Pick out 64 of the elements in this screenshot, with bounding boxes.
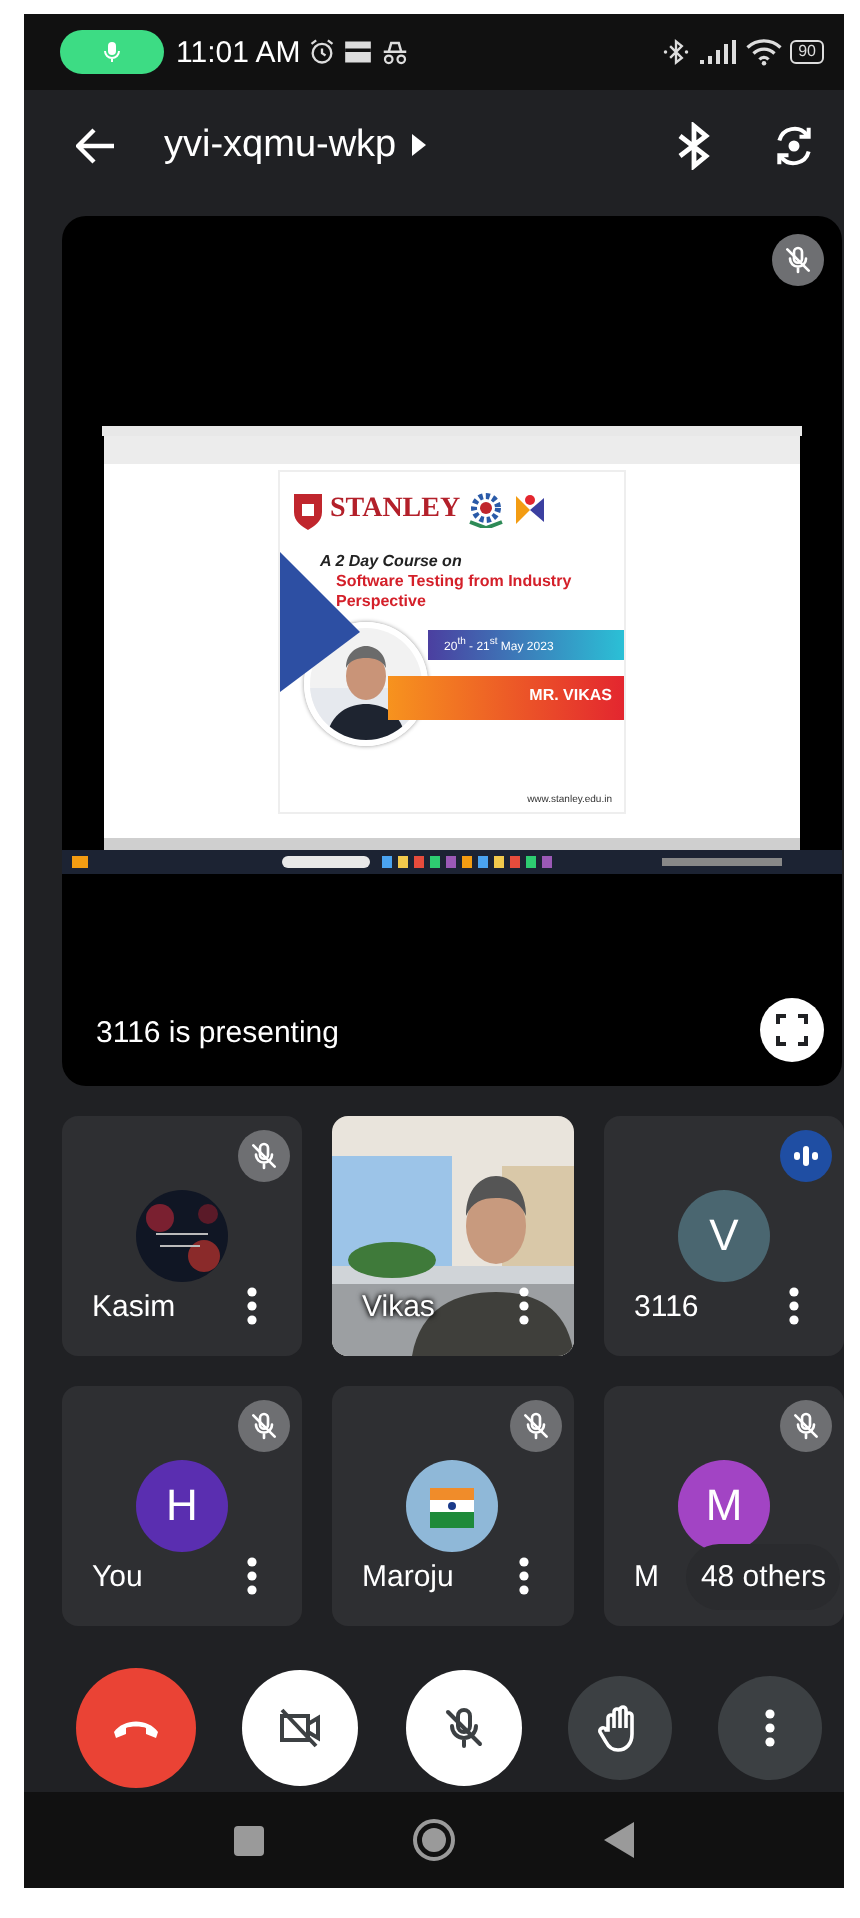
back-nav-button[interactable] <box>604 1822 634 1858</box>
avatar-initial: H <box>136 1460 228 1552</box>
mic-off-icon <box>782 244 814 276</box>
participant-name: Maroju <box>362 1560 454 1594</box>
more-options-button[interactable] <box>788 1286 800 1326</box>
gear-logo-icon <box>466 492 507 528</box>
more-vertical-icon <box>246 1556 258 1596</box>
clock-time: 11:01 AM <box>176 35 301 69</box>
more-vertical-icon <box>518 1286 530 1326</box>
back-button[interactable] <box>76 127 116 163</box>
bluetooth-icon <box>662 38 691 66</box>
speaker-name: MR. VIKAS <box>388 676 624 720</box>
presenter-label: 3116 is presenting <box>96 1016 339 1050</box>
camera-off-icon <box>276 1704 325 1752</box>
participant-name: Vikas <box>362 1290 435 1324</box>
more-options-button[interactable] <box>246 1286 258 1326</box>
more-options-button[interactable] <box>246 1556 258 1596</box>
incognito-icon <box>380 39 411 65</box>
more-options-button[interactable] <box>518 1556 530 1596</box>
triangle-back-icon <box>604 1822 634 1858</box>
more-vertical-icon <box>764 1708 776 1748</box>
microphone-icon <box>100 38 124 66</box>
slide-title: Software Testing from Industry Perspective <box>336 572 574 612</box>
alarm-icon <box>308 38 337 66</box>
phone-icon <box>112 1718 160 1738</box>
switch-camera-button[interactable] <box>772 123 816 167</box>
fullscreen-button[interactable] <box>760 998 824 1062</box>
mic-off-icon <box>520 1410 552 1442</box>
avatar-initial: M <box>678 1460 770 1552</box>
meeting-code[interactable]: yvi-xqmu-wkp <box>164 123 427 167</box>
microphone-indicator[interactable] <box>60 30 164 74</box>
caret-icon <box>412 134 427 156</box>
bluetooth-icon <box>676 121 712 169</box>
mic-off-icon <box>790 1410 822 1442</box>
home-circle-icon <box>412 1818 456 1862</box>
square-icon <box>234 1825 264 1855</box>
logo-text: STANLEY <box>330 494 461 526</box>
back-arrow-icon <box>76 127 116 163</box>
audio-level-icon <box>792 1144 820 1168</box>
more-options-button[interactable] <box>518 1286 530 1326</box>
participant-name: 3116 <box>634 1290 699 1324</box>
card-icon <box>344 40 373 64</box>
mic-off-icon <box>248 1140 280 1172</box>
camera-switch-icon <box>772 123 816 167</box>
shield-logo-icon <box>292 490 324 530</box>
more-vertical-icon <box>518 1556 530 1596</box>
participant-name: Kasim <box>92 1290 176 1324</box>
more-button[interactable] <box>718 1676 822 1780</box>
home-button[interactable] <box>412 1818 456 1862</box>
battery-level: 90 <box>790 40 824 64</box>
wifi-icon <box>746 38 783 66</box>
others-count[interactable]: 48 others <box>686 1544 840 1610</box>
more-vertical-icon <box>246 1286 258 1326</box>
slide-heading: A 2 Day Course on <box>320 552 464 570</box>
participant-name: You <box>92 1560 143 1594</box>
recents-button[interactable] <box>234 1825 264 1855</box>
mic-off-icon <box>248 1410 280 1442</box>
fullscreen-icon <box>776 1014 808 1046</box>
avatar-initial: V <box>678 1190 770 1282</box>
participant-name: M <box>634 1560 659 1594</box>
more-vertical-icon <box>788 1286 800 1326</box>
signal-icon <box>698 40 739 64</box>
bluetooth-button[interactable] <box>676 121 712 169</box>
colorful-logo-icon <box>512 492 549 528</box>
